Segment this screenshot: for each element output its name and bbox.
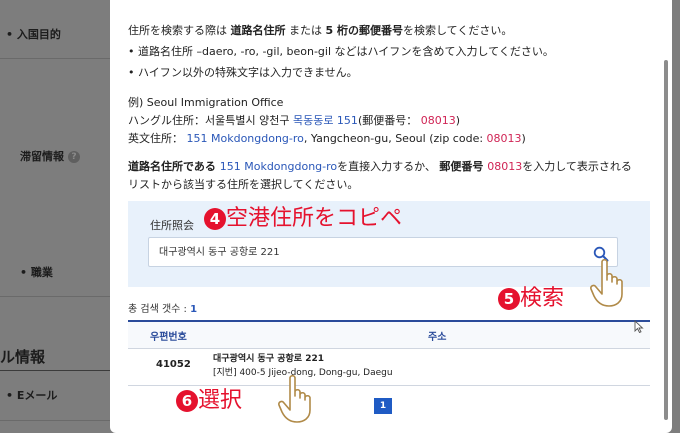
bg-divider: [0, 420, 110, 421]
search-label: 住所照会: [150, 219, 194, 232]
example-hangul-label: ハングル住所：서울특별시 양천구: [128, 114, 293, 127]
example-hangul-zip: 08013: [420, 114, 456, 127]
example-hangul: ハングル住所：서울특별시 양천구 목동동로 151(郵便番号： 08013): [128, 112, 460, 128]
row-zip: 41052: [156, 359, 191, 370]
result-count-value: 1: [190, 304, 198, 315]
results-table-header: 우편번호 주소: [128, 320, 650, 349]
example-paren: ): [455, 114, 461, 127]
help-icon: ?: [68, 151, 80, 163]
step-4-badge: 4: [204, 208, 226, 230]
bg-entry-purpose-label: 入国目的: [16, 28, 61, 41]
intro-text: 住所を検索する際は: [128, 24, 231, 37]
intro-text: または: [285, 24, 326, 37]
bg-occupation-label: 職業: [30, 266, 53, 279]
bg-stay-info: 滞留情報?: [20, 148, 80, 164]
instruction-line-2: リストから該当する住所を選択してください。: [128, 178, 359, 191]
intro-bold: 道路名住所: [230, 24, 286, 37]
intro-text: を検索してください。: [402, 24, 513, 37]
example-hangul-zip-label: (郵便番号：: [357, 114, 421, 127]
instruction-bold: 道路名住所である: [128, 160, 220, 173]
step-6-badge: 6: [176, 390, 198, 412]
bg-section-title: ル情報: [0, 348, 46, 366]
page-1-button[interactable]: 1: [374, 398, 392, 414]
modal-scrollbar[interactable]: [664, 60, 668, 420]
bg-divider: [0, 58, 110, 59]
result-count-label: 총 검색 갯수 :: [128, 304, 191, 315]
instruction-text: を直接入力するか、: [337, 160, 440, 173]
step-4-text: 空港住所をコピペ: [226, 206, 403, 231]
example-hangul-road: 목동동로 151: [292, 114, 358, 127]
intro-line-2: • 道路名住所 –daero, -ro, -gil, beon-gil などはハ…: [128, 45, 554, 58]
annotation-step-4: 4 空港住所をコピペ: [204, 200, 402, 232]
bg-occupation: • 職業: [20, 266, 53, 279]
pointing-hand-icon: [590, 258, 623, 307]
example-english: 英文住所： 151 Mokdongdong-ro, Yangcheon-gu, …: [128, 130, 526, 146]
header-address: 주소: [428, 332, 447, 343]
bg-stay-info-label: 滞留情報: [20, 150, 64, 163]
arrow-cursor-icon: [634, 320, 644, 333]
example-en-road: 151 Mokdongdong-ro: [186, 132, 304, 145]
instruction-bold: 郵便番号: [439, 160, 488, 173]
intro-line-3: • ハイフン以外の特殊文字は入力できません。: [128, 66, 358, 79]
intro-bold: 5 桁の郵便番号: [325, 24, 403, 37]
bg-divider: [0, 370, 110, 371]
pointing-hand-icon: [278, 374, 311, 423]
table-row[interactable]: 41052 대구광역시 동구 공항로 221 [지번] 400-5 Jijeo-…: [128, 347, 650, 386]
step-6-text: 選択: [198, 388, 243, 413]
result-count: 총 검색 갯수 : 1: [128, 300, 197, 315]
annotation-step-6: 6 選択: [176, 382, 242, 414]
example-en-zip: 08013: [486, 132, 522, 145]
step-5-text: 検索: [520, 286, 565, 311]
header-zip: 우편번호: [150, 332, 187, 343]
instruction-line-1: 道路名住所である 151 Mokdongdong-roを直接入力するか、 郵便番…: [128, 158, 632, 174]
bg-entry-purpose: • 入国目的: [6, 28, 61, 41]
example-en-label: 英文住所：: [128, 132, 187, 145]
instruction-text: を入力して表示される: [522, 160, 632, 173]
address-search-input[interactable]: 대구광역시 동구 공항로 221: [148, 237, 618, 267]
annotation-step-5: 5 検索: [498, 280, 564, 312]
example-paren: ): [521, 132, 526, 145]
example-title: 例) Seoul Immigration Office: [128, 96, 284, 109]
step-5-badge: 5: [498, 288, 520, 310]
instruction-road: 151 Mokdongdong-ro: [219, 160, 338, 173]
instruction-zip: 08013: [487, 160, 523, 173]
row-address-kr[interactable]: 대구광역시 동구 공항로 221: [213, 351, 324, 364]
bg-divider: [0, 296, 110, 297]
bg-email-label: Eメール: [16, 389, 58, 402]
intro-line-1: 住所を検索する際は 道路名住所 または 5 桁の郵便番号を検索してください。: [128, 22, 512, 38]
example-en-rest: , Yangcheon-gu, Seoul (zip code:: [303, 132, 487, 145]
bg-email: • Eメール: [6, 389, 58, 402]
search-input-value: 대구광역시 동구 공항로 221: [159, 247, 280, 258]
